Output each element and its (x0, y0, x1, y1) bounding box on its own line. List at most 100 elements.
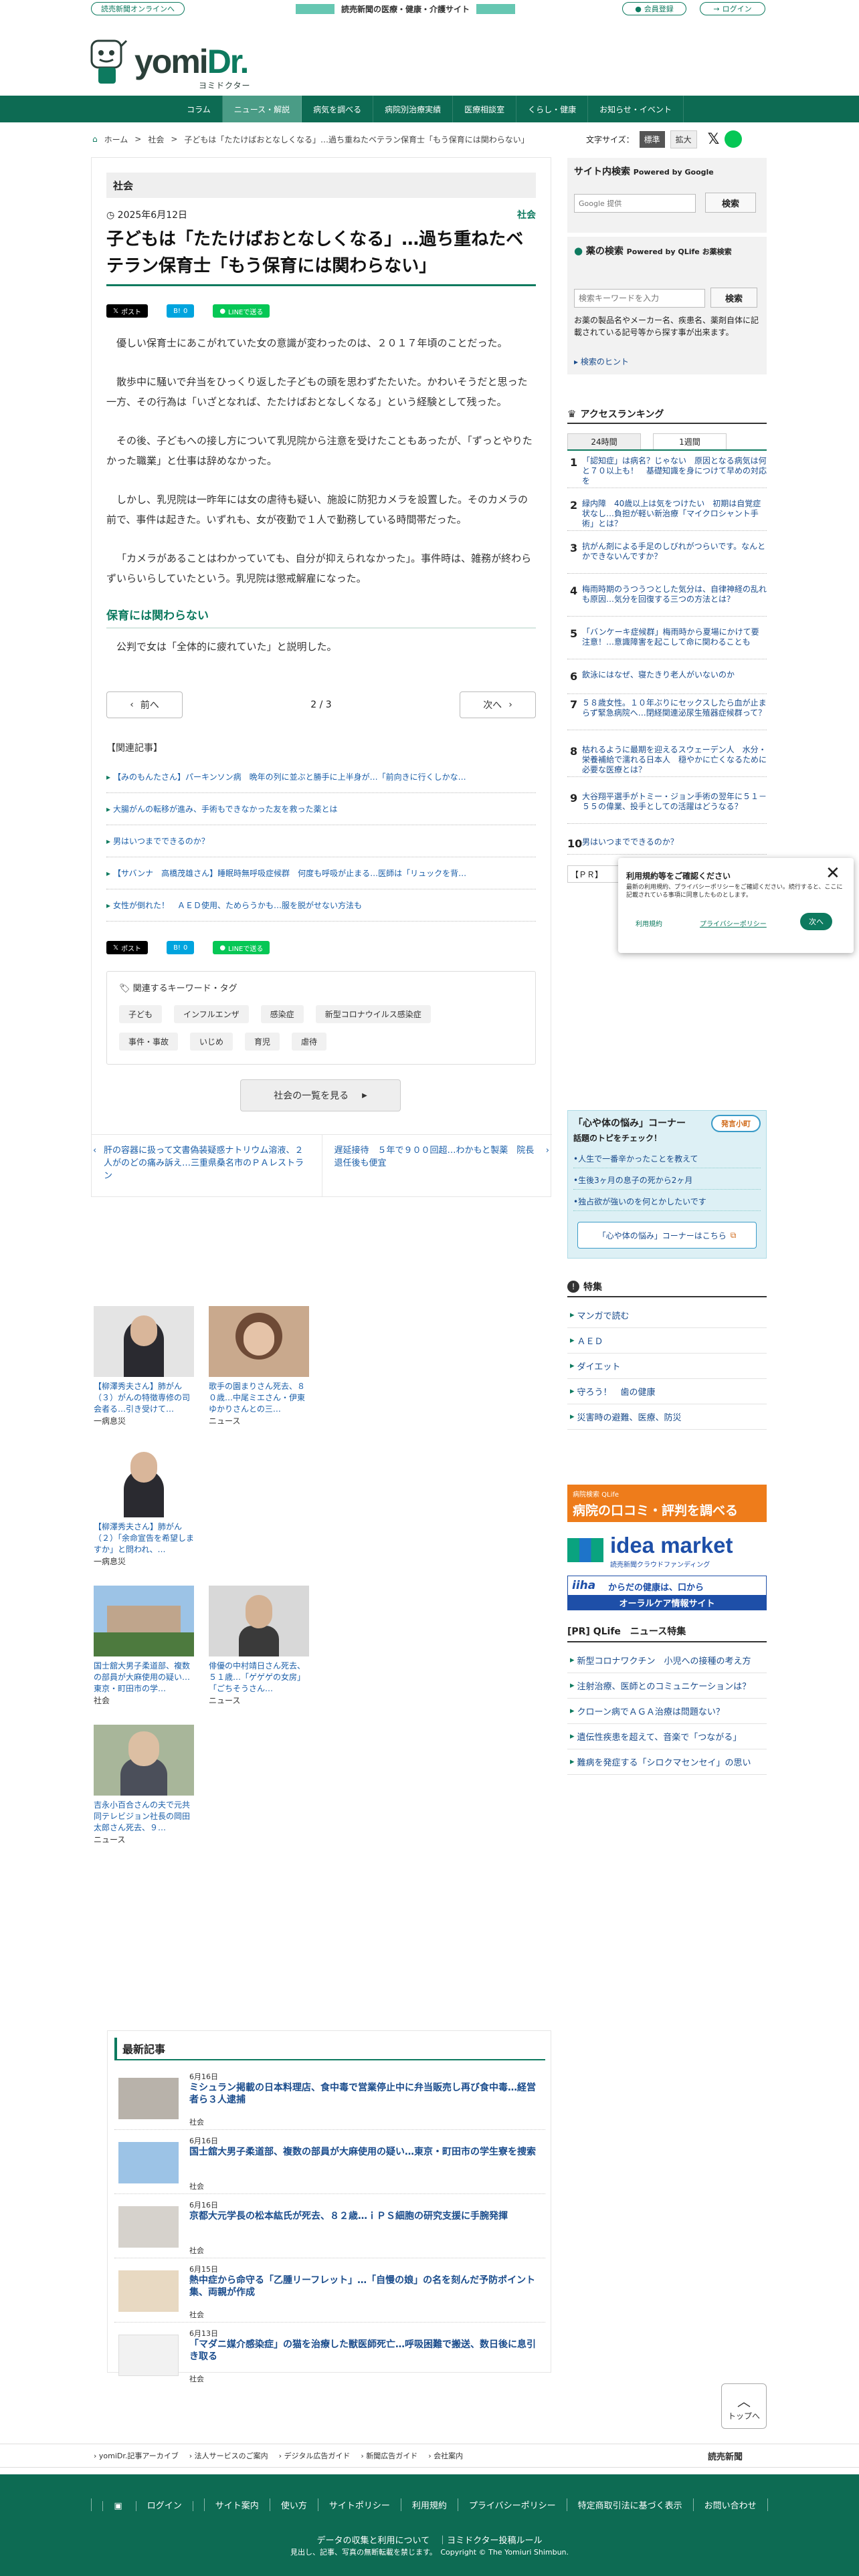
keyword-tag[interactable]: 子ども (119, 1005, 163, 1023)
latest-item[interactable]: 6月13日 「マダニ媒介感染症」の猫を治療した獣医師死亡…呼吸困難で搬送、数日後に… (114, 2325, 545, 2387)
login-button[interactable]: → ログイン (700, 2, 765, 15)
oral-care-banner[interactable]: iiha からだの健康は、口から オーラルケア情報サイト (567, 1576, 767, 1610)
keyword-tag[interactable]: 虐待 (292, 1033, 327, 1051)
footer-link[interactable]: サイト案内 (203, 2498, 270, 2511)
keyword-tag[interactable]: インフルエンザ (174, 1005, 249, 1023)
x-share-icon[interactable]: 𝕏 (708, 131, 720, 148)
recommended-item[interactable]: 【柳澤秀夫さん】肺がん（３）がんの特徴専修の司会者る…引き受けて… 一病息災 (94, 1306, 194, 1426)
qlife-item[interactable]: 注射治療、医師とのコミュニケーションは？ (567, 1673, 767, 1699)
ranking-item[interactable]: 7 ５８歳女性。１０年ぶりにセックスしたら血が止まらず緊急病院へ…閉経関連泌尿生殖… (567, 698, 767, 730)
related-link[interactable]: 大腸がんの転移が進み、手術もできなかった友を救った薬とは (106, 793, 536, 825)
hatena-button[interactable]: B! 0 (167, 304, 195, 318)
qlife-item[interactable]: 難病を発症する「シロクマセンセイ」の思い (567, 1749, 767, 1775)
close-icon[interactable]: ✕ (826, 863, 840, 883)
register-button[interactable]: ● 会員登録 (622, 2, 686, 15)
recommended-item[interactable]: 国士舘大男子柔道部、複数の部員が大麻使用の疑い…東京・町田市の学… 社会 (94, 1586, 194, 1706)
related-link[interactable]: 【サバンナ 高橋茂雄さん】睡眠時無呼吸症候群 何度も呼吸が止まる…医師は「リュッ… (106, 857, 536, 889)
footer-data-policy[interactable]: データの収集と利用について ｜ヨミドクター投稿ルール (0, 2533, 859, 2546)
ranking-item[interactable]: 6 飲泳にはなぜ、寝たきり老人がいないのか (567, 670, 767, 694)
latest-item[interactable]: 6月16日 ミシュラン掲載の日本料理店、食中毒で営業停止中に弁当販売し再び食中毒…… (114, 2068, 545, 2130)
related-link[interactable]: 男はいつまでできるのか？ (106, 825, 536, 857)
latest-item[interactable]: 6月15日 熱中症から命守る「乙腫リーフレット」…「自慢の娘」の名を刻んだ予防ポイ… (114, 2261, 545, 2323)
nav-item-hospitals[interactable]: 病院別治療実績 (373, 96, 454, 122)
footer-link[interactable]: 使い方 (269, 2498, 318, 2511)
related-link[interactable]: 女性が倒れた！ ＡＥＤ使用、ためらうかも…服を脱がせない方法も (106, 889, 536, 922)
drug-search-hint-link[interactable]: ▸ 検索のヒント (574, 356, 629, 367)
footer-sublink[interactable]: › 法人サービスのご案内 (189, 2450, 268, 2461)
qlife-item[interactable]: 新型コロナワクチン 小児への接種の考え方 (567, 1648, 767, 1673)
site-logo[interactable]: yomiDr. ヨミドクター (89, 37, 270, 90)
keyword-tag[interactable]: 新型コロナウイルス感染症 (315, 1005, 431, 1023)
font-size-large-button[interactable]: 拡大 (670, 130, 697, 148)
prev-page-button[interactable]: ‹ 前へ (106, 691, 183, 718)
feature-item[interactable]: マンガで読む (567, 1303, 767, 1328)
footer-sublink[interactable]: › 新聞広告ガイド (361, 2450, 417, 2461)
footer-sublink[interactable]: › yomiDr.記事アーカイブ (94, 2450, 179, 2461)
footer-link[interactable]: お問い合わせ (692, 2498, 768, 2511)
footer-sublink[interactable]: › デジタル広告ガイド (279, 2450, 351, 2461)
recommended-item[interactable]: 吉永小百合さんの夫で元共同テレビジョン社長の岡田太郎さん死去、９… ニュース (94, 1725, 194, 1845)
next-article-link[interactable]: 遅延接待 ５年で９００回超…わかもと製薬 院長退任後も便宜 › (321, 1135, 553, 1197)
ranking-item[interactable]: 2 緑内障 40歳以上は気をつけたい 初期は自覚症状なし…負担が軽い新治療「マイク… (567, 499, 767, 531)
drug-search-input[interactable] (574, 289, 705, 308)
komachi-corner-link[interactable]: 「心や体の悩み」コーナーはこちら ⧉ (577, 1222, 757, 1249)
prev-article-link[interactable]: ‹ 肝の容器に扱って文書偽装疑惑ナトリウム溶液、２人がのどの痛み訴え…三重県桑名市… (92, 1135, 322, 1197)
ranking-item[interactable]: 1 「認知症」は病名？じゃない 原因となる病気は何と７０以上も！ 基礎知識を身につ… (567, 456, 767, 488)
recommended-item[interactable]: 歌手の園まりさん死去、８０歳…中尾ミエさん・伊東ゆかりさんとの三… ニュース (209, 1306, 309, 1426)
footer-link[interactable]: サイトポリシー (317, 2498, 401, 2511)
related-link[interactable]: 【みのもんたさん】パーキンソン病 晩年の列に並ぶと勝手に上半身が…「前向きに行く… (106, 761, 536, 793)
ranking-tab-24h[interactable]: 24時間 (567, 433, 641, 449)
qlife-item[interactable]: クローン病でＡＧＡ治療は問題ない？ (567, 1699, 767, 1724)
keyword-tag[interactable]: 事件・事故 (119, 1033, 179, 1051)
back-to-top-button[interactable]: ︿ トップへ (721, 2383, 767, 2429)
ranking-item[interactable]: 9 大谷翔平選手がトミー・ジョン手術の翌年に５１－５５の偉業、投手としての活躍はど… (567, 792, 767, 824)
breadcrumb-home[interactable]: ホーム (104, 134, 128, 145)
consent-next-button[interactable]: 次へ (800, 913, 832, 930)
drug-search-button[interactable]: 検索 (710, 288, 757, 308)
recommended-item[interactable]: 俳優の中村靖日さん死去、５１歳…「ゲゲゲの女房」「ごちそうさん… ニュース (209, 1586, 309, 1706)
line-share-icon[interactable] (725, 130, 743, 148)
nav-item-events[interactable]: お知らせ・イベント (588, 96, 684, 122)
ranking-item[interactable]: 8 枯れるように最期を迎えるスウェーデン人 水分・栄養補給で濡れる日本人 穏やかに… (567, 745, 767, 777)
nav-item-life[interactable]: くらし・健康 (516, 96, 589, 122)
article-category-link[interactable]: 社会 (517, 208, 536, 221)
recommended-item[interactable]: 【柳澤秀夫さん】肺がん（２）「余命宣告を希望しますか」と問われ、… 一病息災 (94, 1446, 194, 1567)
x-post-button[interactable]: 𝕏 ポスト (106, 941, 149, 954)
site-search-input[interactable] (574, 194, 696, 213)
feature-item[interactable]: ＡＥＤ (567, 1328, 767, 1354)
ranking-item[interactable]: 3 抗がん剤による手足のしびれがつらいです。なんとかできないんですか？ (567, 542, 767, 574)
ranking-item[interactable]: 5 「バンケーキ症候群」梅雨時から夏場にかけて要注意！…意識障害を起こして命に関わ… (567, 627, 767, 659)
consent-terms-link[interactable]: 利用規約 (636, 918, 662, 928)
idea-market-banner[interactable]: idea market 読売新聞クラウドファンディング (567, 1531, 767, 1569)
keyword-tag[interactable]: 感染症 (260, 1005, 304, 1023)
ranking-item[interactable]: 10 男はいつまでできるのか？ (567, 837, 767, 855)
category-list-button[interactable]: 社会の一覧を見る ▶ (240, 1079, 401, 1111)
x-post-button[interactable]: 𝕏 ポスト (106, 304, 149, 318)
next-page-button[interactable]: 次へ › (460, 691, 536, 718)
komachi-topic[interactable]: • 生後3ヶ月の息子の死から2ヶ月 (573, 1171, 761, 1190)
keyword-tag[interactable]: いじめ (190, 1033, 233, 1051)
nav-item-consult[interactable]: 医療相談室 (453, 96, 517, 122)
line-send-button[interactable]: ● LINEで送る (213, 941, 270, 954)
nav-item-diseases[interactable]: 病気を調べる (302, 96, 374, 122)
yomiuri-online-link[interactable]: 読売新聞オンラインへ (91, 2, 185, 15)
nav-item-news[interactable]: ニュース・解説 (222, 96, 302, 122)
nav-item-column[interactable]: コラム (175, 96, 223, 122)
ranking-item[interactable]: 4 梅雨時期のうつうつとした気分は、自律神経の乱れも原因…気分を回復する三つの方法… (567, 584, 767, 617)
feature-item[interactable]: ダイエット (567, 1354, 767, 1379)
latest-item[interactable]: 6月16日 京都大元学長の松本紘氏が死去、８２歳…ｉＰＳ細胞の研究支援に手腕発揮社… (114, 2197, 545, 2258)
latest-item[interactable]: 6月16日 国士舘大男子柔道部、複数の部員が大麻使用の疑い…東京・町田市の学生寮を… (114, 2133, 545, 2194)
font-size-standard-button[interactable]: 標準 (639, 130, 665, 148)
footer-sublink[interactable]: › 会社案内 (428, 2450, 463, 2461)
ranking-tab-week[interactable]: 1週間 (653, 433, 727, 449)
hospital-review-banner[interactable]: 病院検索 QLife 病院の口コミ・評判を調べる (567, 1485, 767, 1522)
footer-link[interactable]: 特定商取引法に基づく表示 (566, 2498, 693, 2511)
komachi-topic[interactable]: • 独占欲が強いのを何とかしたいです (573, 1192, 761, 1211)
qlife-item[interactable]: 遺伝性疾患を超えて、音楽で「つながる」 (567, 1724, 767, 1749)
breadcrumb-category[interactable]: 社会 (148, 134, 164, 145)
line-send-button[interactable]: ● LINEで送る (213, 304, 270, 318)
komachi-topic[interactable]: • 人生で一番辛かったことを教えて (573, 1150, 761, 1168)
feature-item[interactable]: 災害時の避難、医療、防災 (567, 1404, 767, 1430)
hatena-button[interactable]: B! 0 (167, 941, 195, 954)
keyword-tag[interactable]: 育児 (245, 1033, 280, 1051)
